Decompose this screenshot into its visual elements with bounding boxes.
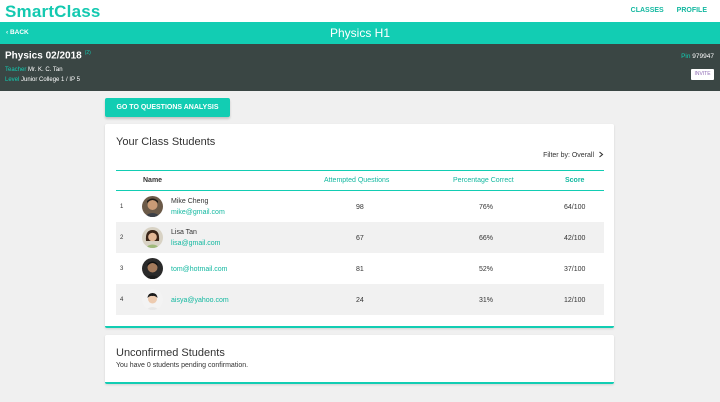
percentage-correct: 76%	[479, 204, 494, 211]
row-index: 1	[120, 204, 124, 210]
title-bar: ‹ BACK Physics H1	[0, 22, 720, 44]
avatar	[142, 196, 163, 217]
students-table: Name Attempted Questions Percentage Corr…	[116, 170, 604, 315]
level-label: Level	[5, 77, 20, 83]
header-name[interactable]: Name	[143, 177, 162, 184]
unconfirmed-students-card: Unconfirmed Students You have 0 students…	[105, 335, 614, 384]
pin-value: 979947	[692, 53, 714, 60]
avatar	[142, 227, 163, 248]
header-score[interactable]: Score	[565, 177, 584, 184]
student-name: Lisa Tan	[171, 229, 197, 236]
unconfirmed-title: Unconfirmed Students	[116, 347, 225, 359]
student-score: 12/100	[564, 297, 586, 304]
table-row[interactable]: 1 Mike Cheng mike@gmail.com 98 76% 64/10…	[116, 191, 604, 222]
filter-dropdown[interactable]: Filter by: Overall	[543, 151, 604, 159]
attempted-count: 67	[356, 235, 364, 242]
percentage-correct: 31%	[479, 297, 494, 304]
attempted-count: 98	[356, 204, 364, 211]
row-index: 2	[120, 235, 124, 241]
class-name: Physics 02/2018 (2)	[5, 50, 91, 61]
student-name: Mike Cheng	[171, 198, 209, 205]
avatar	[142, 258, 163, 279]
card-title: Your Class Students	[116, 136, 216, 148]
page-title: Physics H1	[329, 26, 391, 40]
teacher-label: Teacher	[5, 67, 27, 73]
nav-classes[interactable]: CLASSES	[631, 7, 664, 14]
table-row[interactable]: 3 tom@hotmail.com 81 52% 37/100	[116, 253, 604, 284]
teacher-name: Mr. K. C. Tan	[28, 67, 63, 73]
header-attempted[interactable]: Attempted Questions	[324, 177, 389, 184]
nav-profile[interactable]: PROFILE	[677, 7, 707, 14]
table-header: Name Attempted Questions Percentage Corr…	[116, 170, 604, 191]
table-row[interactable]: 4 aisya@yahoo.com 24 31% 12/100	[116, 284, 604, 315]
student-email[interactable]: mike@gmail.com	[171, 209, 225, 216]
brand-logo[interactable]: SmartClass	[5, 2, 101, 22]
avatar	[142, 289, 163, 310]
questions-analysis-button[interactable]: GO TO QUESTIONS ANALYSIS	[105, 98, 230, 117]
class-tag: (2)	[84, 50, 91, 56]
header-percentage[interactable]: Percentage Correct	[453, 177, 514, 184]
student-email[interactable]: lisa@gmail.com	[171, 240, 221, 247]
student-score: 37/100	[564, 266, 586, 273]
student-email[interactable]: aisya@yahoo.com	[171, 297, 229, 304]
attempted-count: 81	[356, 266, 364, 273]
top-bar: SmartClass CLASSES PROFILE	[0, 0, 720, 22]
percentage-correct: 52%	[479, 266, 494, 273]
level-value: Junior College 1 / IP 5	[21, 77, 80, 83]
invite-button[interactable]: INVITE	[691, 69, 714, 80]
class-students-card: Your Class Students Filter by: Overall N…	[105, 124, 614, 328]
teacher-line: Teacher Mr. K. C. Tan	[5, 67, 63, 73]
percentage-correct: 66%	[479, 235, 494, 242]
pending-message: You have 0 students pending confirmation…	[116, 362, 249, 369]
student-score: 64/100	[564, 204, 586, 211]
class-name-text: Physics 02/2018	[5, 50, 82, 62]
pin-label: Pin	[681, 53, 691, 60]
class-pin: Pin 979947	[681, 53, 714, 60]
top-nav: CLASSES PROFILE	[620, 7, 707, 14]
chevron-right-icon	[596, 151, 604, 159]
student-score: 42/100	[564, 235, 586, 242]
row-index: 3	[120, 266, 124, 272]
row-index: 4	[120, 297, 124, 303]
level-line: Level Junior College 1 / IP 5	[5, 77, 80, 83]
student-email[interactable]: tom@hotmail.com	[171, 266, 228, 273]
class-info-bar: Physics 02/2018 (2) Teacher Mr. K. C. Tan…	[0, 44, 720, 91]
attempted-count: 24	[356, 297, 364, 304]
table-row[interactable]: 2 Lisa Tan lisa@gmail.com 67 66% 42/100	[116, 222, 604, 253]
filter-label: Filter by: Overall	[543, 152, 595, 159]
